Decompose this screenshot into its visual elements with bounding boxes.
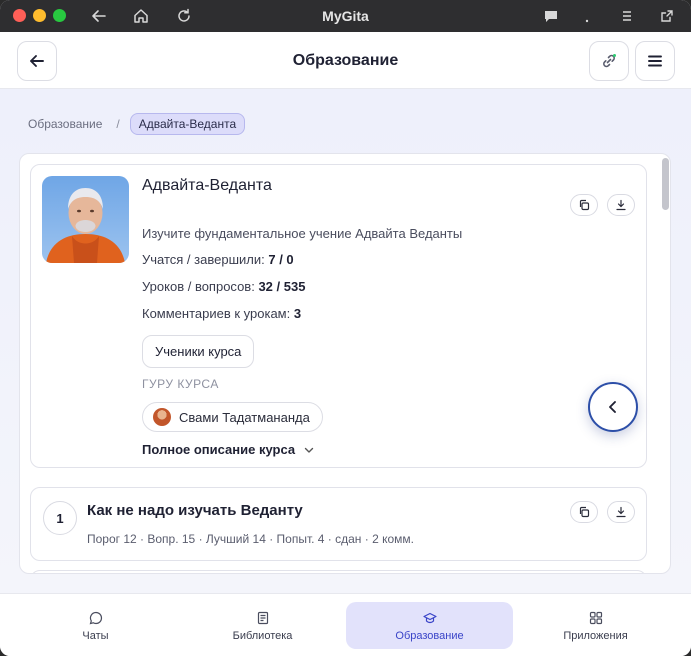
course-students-button[interactable]: Ученики курса [142,335,255,368]
back-arrow-icon[interactable] [88,5,110,27]
full-description-label: Полное описание курса [142,442,296,457]
nav-education[interactable]: Образование [346,602,513,649]
copy-lesson-button[interactable] [570,501,598,523]
stat-lessons: Уроков / вопросов: 32 / 535 [142,279,305,294]
list-icon[interactable] [616,5,638,27]
breadcrumb-current[interactable]: Адвайта-Веданта [129,113,246,135]
close-window-button[interactable] [13,9,26,22]
link-button[interactable] [589,41,629,81]
lesson-card[interactable]: 1 Как не надо изучать Веданту Порог 12 ·… [30,487,647,561]
course-scroll-area[interactable]: Адвайта-Веданта Изучите фундаментальное … [19,153,671,574]
lesson-card[interactable] [30,570,647,573]
course-card: Адвайта-Веданта Изучите фундаментальное … [30,164,647,468]
guru-section-label: ГУРУ КУРСА [142,377,219,391]
course-title: Адвайта-Веданта [142,177,272,194]
home-icon[interactable] [130,5,152,27]
nav-library-label: Библиотека [232,629,293,642]
nav-apps[interactable]: Приложения [512,602,679,649]
bottom-nav: Чаты Библиотека Образование Приложения [0,593,691,656]
nav-apps-label: Приложения [563,629,628,642]
download-icon [616,506,626,518]
collapse-panel-button[interactable] [588,382,638,432]
guru-chip[interactable]: Свами Тадатмананда [142,402,323,432]
lesson-meta: Порог 12 · Вопр. 15 · Лучший 14 · Попыт.… [87,532,414,546]
scrollbar[interactable] [662,158,669,571]
back-button[interactable] [17,41,57,81]
zoom-window-button[interactable] [53,9,66,22]
page-title: Образование [292,52,399,69]
nav-library[interactable]: Библиотека [179,602,346,649]
book-icon [256,610,270,626]
chat-icon [89,610,103,626]
copy-course-button[interactable] [570,194,598,216]
breadcrumb: Образование / Адвайта-Веданта [28,113,246,135]
download-icon [616,199,626,211]
chat-bubble-icon[interactable] [540,5,562,27]
graduation-cap-icon [422,610,437,626]
menu-button[interactable] [635,41,675,81]
course-description: Изучите фундаментальное учение Адвайта В… [142,226,463,241]
stat-comments-label: Комментариев к урокам: [142,306,291,321]
more-dots-icon[interactable] [576,5,598,27]
copy-icon [579,199,590,211]
copy-icon [579,506,590,518]
stat-comments: Комментариев к урокам: 3 [142,306,301,321]
stat-comments-value: 3 [293,306,302,321]
nav-chats[interactable]: Чаты [12,602,179,649]
chevron-left-icon [609,401,616,413]
stat-lessons-value: 32 / 535 [258,279,306,294]
full-description-toggle[interactable]: Полное описание курса [142,442,315,457]
guru-photo [42,176,129,263]
main-content: Образование / Адвайта-Веданта Адвайта-Ве… [0,89,691,593]
lesson-title: Как не надо изучать Веданту [87,502,303,519]
chevron-down-icon [303,444,315,456]
title-bar: MyGita [0,0,691,32]
download-course-button[interactable] [607,194,635,216]
stat-learning-value: 7 / 0 [268,252,294,267]
arrow-left-icon [30,55,44,67]
guru-avatar [153,408,171,426]
scrollbar-thumb[interactable] [662,158,669,210]
apps-grid-icon [589,610,603,626]
hamburger-menu-icon [648,55,662,67]
stat-learning: Учатся / завершили: 7 / 0 [142,252,294,267]
guru-name: Свами Тадатмананда [179,409,310,425]
reload-icon[interactable] [173,5,195,27]
stat-learning-label: Учатся / завершили: [142,252,265,267]
lesson-number: 1 [43,501,77,535]
breadcrumb-root[interactable]: Образование [28,117,102,131]
app-header: Образование [0,32,691,89]
nav-chats-label: Чаты [82,629,109,642]
app-window: MyGita Образование Образование / Адвайта… [0,0,691,656]
download-lesson-button[interactable] [607,501,635,523]
nav-education-label: Образование [395,629,464,642]
breadcrumb-separator: / [116,117,120,131]
link-icon [603,54,616,68]
minimize-window-button[interactable] [33,9,46,22]
external-window-icon[interactable] [656,5,678,27]
stat-lessons-label: Уроков / вопросов: [142,279,255,294]
